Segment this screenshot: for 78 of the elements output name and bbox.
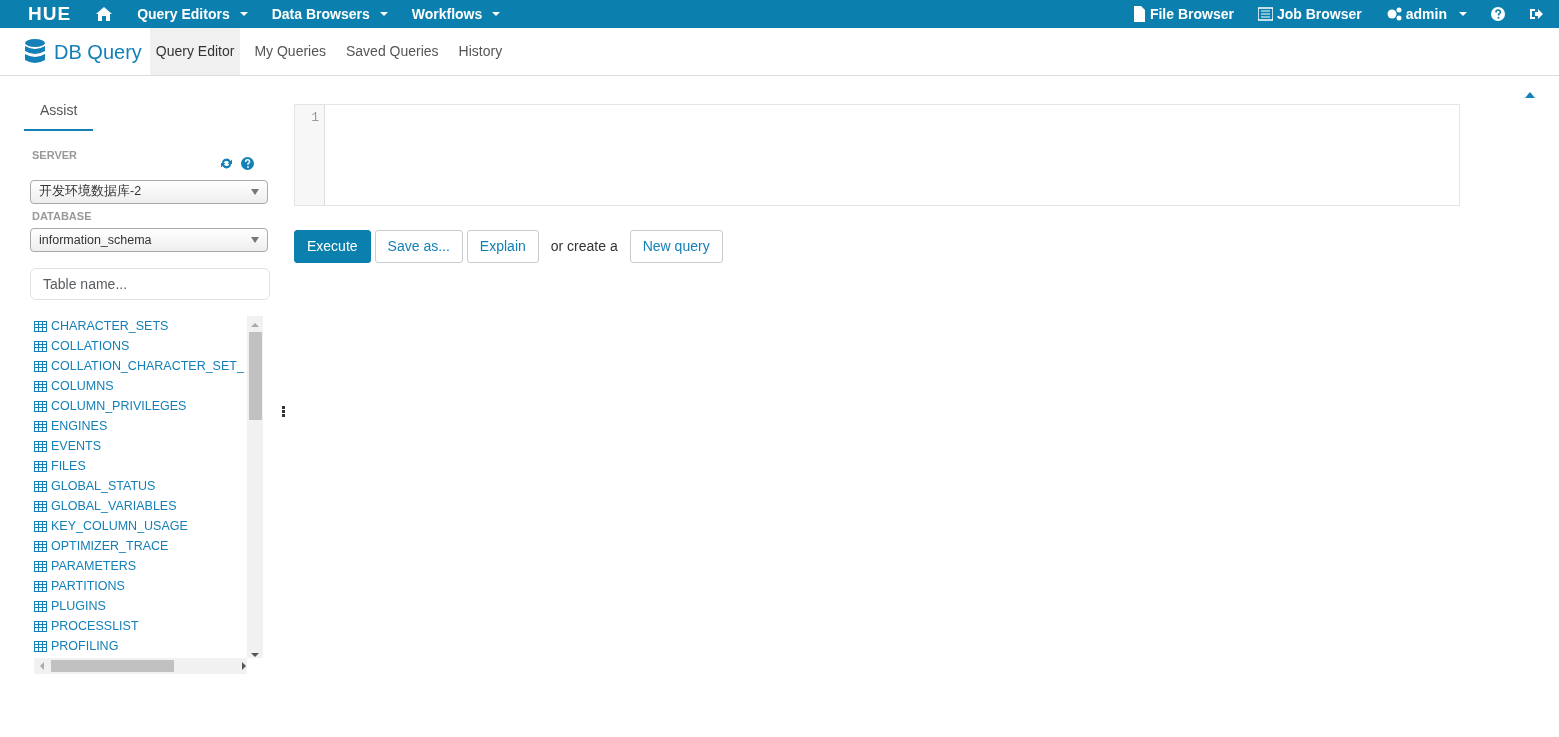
server-label: SERVER	[32, 148, 78, 163]
table-icon	[34, 600, 47, 612]
table-list-item[interactable]: KEY_COLUMN_USAGE	[34, 516, 247, 536]
table-list-item[interactable]: PARAMETERS	[34, 556, 247, 576]
gears-icon	[1385, 6, 1402, 22]
nav-link[interactable]: File Browser	[1132, 3, 1234, 25]
scroll-down-icon	[251, 652, 259, 658]
table-icon	[34, 460, 47, 472]
table-list-item[interactable]: EVENTS	[34, 436, 247, 456]
table-list-item[interactable]: PARTITIONS	[34, 576, 247, 596]
tab[interactable]: Saved Queries	[340, 28, 445, 75]
help-icon	[1491, 7, 1505, 21]
action-button[interactable]: Explain	[466, 230, 539, 263]
table-icon	[34, 360, 47, 372]
table-icon	[34, 620, 47, 632]
nav-link[interactable]: Job Browser	[1257, 3, 1362, 25]
refresh-icon	[220, 156, 233, 170]
collapse-up-icon	[1525, 92, 1535, 99]
menu-item[interactable]: Query Editors	[137, 3, 248, 25]
server-select[interactable]: 开发环境数据库-2	[30, 179, 268, 204]
help-icon	[241, 156, 254, 170]
action-button[interactable]: Save as...	[374, 230, 463, 263]
table-list-item[interactable]: PROCESSLIST	[34, 616, 247, 636]
logo[interactable]: HUE	[28, 0, 72, 29]
table-icon	[34, 380, 47, 392]
table-icon	[34, 640, 47, 652]
code-editor[interactable]: 1	[294, 104, 1460, 206]
database-label: DATABASE	[32, 208, 93, 224]
nav-link[interactable]: admin	[1385, 3, 1467, 25]
table-list-item[interactable]: CHARACTER_SETS	[34, 316, 247, 336]
menu-item[interactable]: Data Browsers	[271, 3, 388, 25]
table-icon	[34, 520, 47, 532]
database-icon	[24, 38, 46, 65]
table-list-item[interactable]: ENGINES	[34, 416, 247, 436]
logout-icon	[1529, 7, 1543, 21]
scroll-left-icon	[39, 662, 45, 670]
table-icon	[34, 480, 47, 492]
table-icon	[34, 540, 47, 552]
assist-tab[interactable]: Assist	[24, 92, 94, 131]
table-icon	[34, 320, 47, 332]
table-list-item[interactable]: COLUMN_PRIVILEGES	[34, 396, 247, 416]
app-title: DB Query	[54, 39, 142, 65]
or-create-text: or create a	[550, 237, 618, 256]
database-select[interactable]: information_schema	[30, 228, 268, 252]
scroll-up-icon	[251, 322, 259, 328]
horizontal-scrollbar[interactable]	[34, 658, 247, 674]
table-icon	[34, 560, 47, 572]
table-icon	[34, 500, 47, 512]
table-list-item[interactable]: COLUMNS	[34, 376, 247, 396]
tab[interactable]: History	[452, 28, 509, 75]
line-number: 1	[310, 109, 319, 127]
table-list-item[interactable]: COLLATIONS	[34, 336, 247, 356]
file-icon	[1132, 6, 1146, 22]
scroll-thumb[interactable]	[51, 660, 174, 672]
table-icon	[34, 400, 47, 412]
table-list-item[interactable]: GLOBAL_VARIABLES	[34, 496, 247, 516]
menu-item[interactable]: Workflows	[411, 3, 501, 25]
table-list-item[interactable]: FILES	[34, 456, 247, 476]
drag-handle-icon	[282, 406, 285, 417]
table-icon	[34, 340, 47, 352]
table-list-item[interactable]: GLOBAL_STATUS	[34, 476, 247, 496]
action-button[interactable]: New query	[629, 230, 723, 263]
scroll-right-icon	[241, 662, 247, 670]
tab[interactable]: Query Editor	[149, 28, 241, 75]
scroll-thumb[interactable]	[248, 332, 262, 420]
table-list-item[interactable]: PLUGINS	[34, 596, 247, 616]
table-list-item[interactable]: OPTIMIZER_TRACE	[34, 536, 247, 556]
list-icon	[1257, 7, 1273, 21]
table-icon	[34, 580, 47, 592]
home-icon	[95, 6, 114, 22]
table-list-item[interactable]: PROFILING	[34, 636, 247, 656]
table-icon	[34, 440, 47, 452]
table-list-item[interactable]: COLLATION_CHARACTER_SET_	[34, 356, 247, 376]
vertical-scrollbar[interactable]	[247, 316, 263, 658]
table-search-field[interactable]: Table name...	[30, 268, 270, 300]
execute-button[interactable]: Execute	[294, 230, 371, 263]
tab[interactable]: My Queries	[248, 28, 332, 75]
table-icon	[34, 420, 47, 432]
